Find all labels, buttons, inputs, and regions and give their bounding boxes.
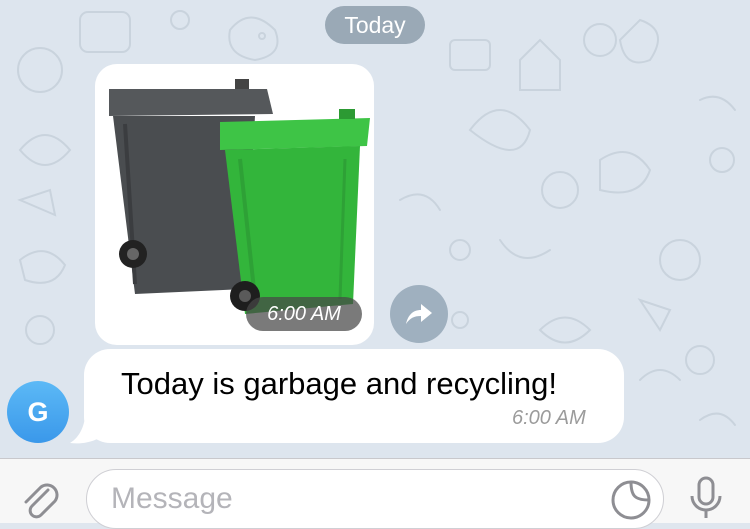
date-separator: Today [325,6,425,44]
message-timestamp: 6:00 AM [512,407,586,429]
paperclip-icon [24,483,59,519]
forward-icon [406,304,432,324]
photo-timestamp: 6:00 AM [246,297,362,331]
sticker-button[interactable] [609,478,653,527]
message-text: Today is garbage and recycling! [121,366,557,401]
attach-button[interactable] [18,478,62,527]
sticker-icon [611,480,651,520]
message-input[interactable] [86,469,664,529]
microphone-button[interactable] [686,474,726,527]
forward-button[interactable] [390,285,448,343]
microphone-icon [690,476,722,518]
avatar[interactable]: G [7,381,69,443]
